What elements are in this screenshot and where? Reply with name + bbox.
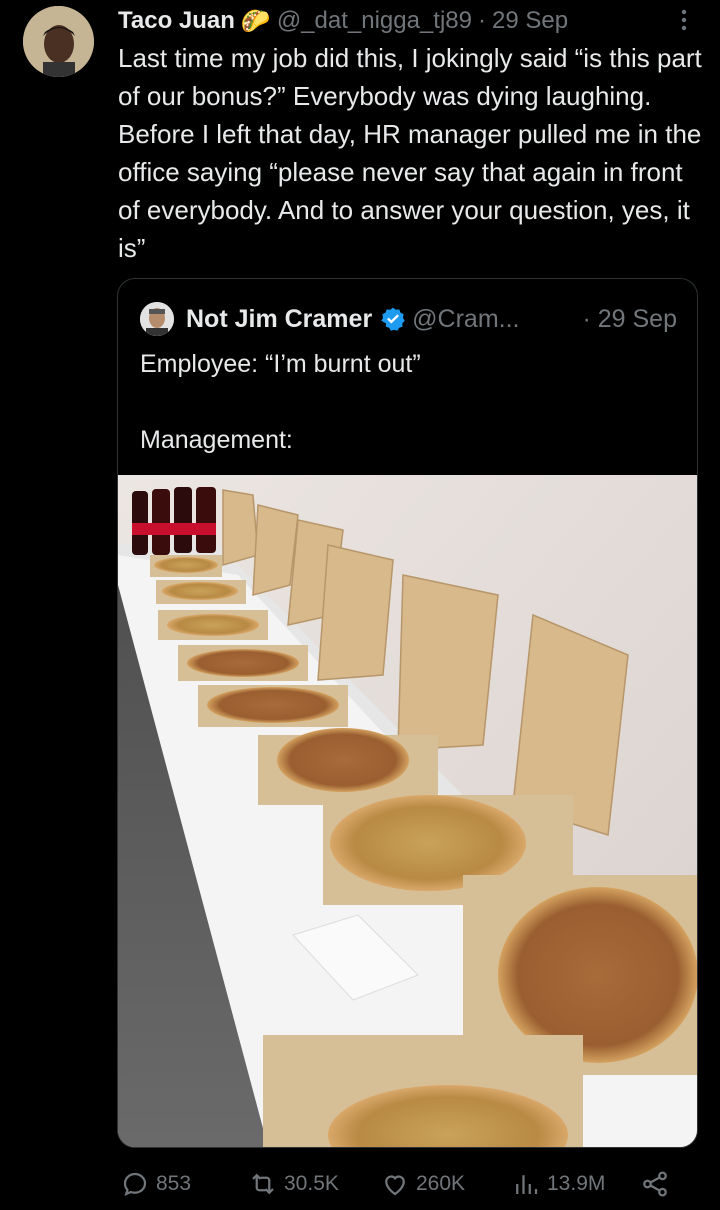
verified-icon	[381, 307, 405, 331]
reply-icon	[123, 1172, 147, 1196]
views-icon	[516, 1175, 538, 1194]
author-name[interactable]: Taco Juan	[118, 7, 235, 35]
repost-count: 30.5K	[284, 1172, 339, 1195]
like-icon	[385, 1175, 405, 1196]
like-count: 260K	[416, 1172, 466, 1195]
quoted-handle[interactable]: @Cram...	[412, 305, 519, 334]
tweet-text: Last time my job did this, I jokingly sa…	[118, 43, 710, 263]
share-button[interactable]	[640, 1169, 670, 1199]
repost-icon	[252, 1173, 274, 1195]
tweet-header: Taco Juan 🌮 @_dat_nigga_tj89 · 29 Sep	[118, 6, 700, 36]
pizza-photo[interactable]	[118, 475, 697, 1147]
tweet-date[interactable]: 29 Sep	[492, 7, 568, 35]
soda-bottles	[132, 487, 216, 555]
reply-count: 853	[156, 1172, 192, 1195]
share-icon	[643, 1171, 667, 1197]
author-handle[interactable]: @_dat_nigga_tj89	[277, 7, 472, 35]
quoted-avatar[interactable]	[140, 302, 174, 336]
views-count: 13.9M	[547, 1172, 606, 1195]
quoted-header: Not Jim Cramer @Cram... · 29 Sep	[140, 301, 677, 337]
views-button[interactable]: 13.9M	[511, 1169, 605, 1199]
reply-button[interactable]: 853	[120, 1169, 191, 1199]
quoted-author-name[interactable]: Not Jim Cramer	[186, 305, 372, 334]
quoted-tweet[interactable]: Not Jim Cramer @Cram... · 29 Sep Employe…	[117, 278, 698, 1148]
repost-button[interactable]: 30.5K	[248, 1169, 339, 1199]
more-icon[interactable]	[672, 8, 696, 32]
quoted-date[interactable]: · 29 Sep	[582, 305, 677, 334]
header-separator: ·	[478, 7, 486, 34]
author-emoji: 🌮	[240, 7, 271, 35]
author-avatar[interactable]	[23, 6, 94, 77]
action-bar: 853 30.5K 260K 13.9M	[118, 1166, 678, 1202]
like-button[interactable]: 260K	[380, 1169, 465, 1199]
quoted-text: Employee: “I’m burnt out” Management:	[140, 350, 421, 454]
